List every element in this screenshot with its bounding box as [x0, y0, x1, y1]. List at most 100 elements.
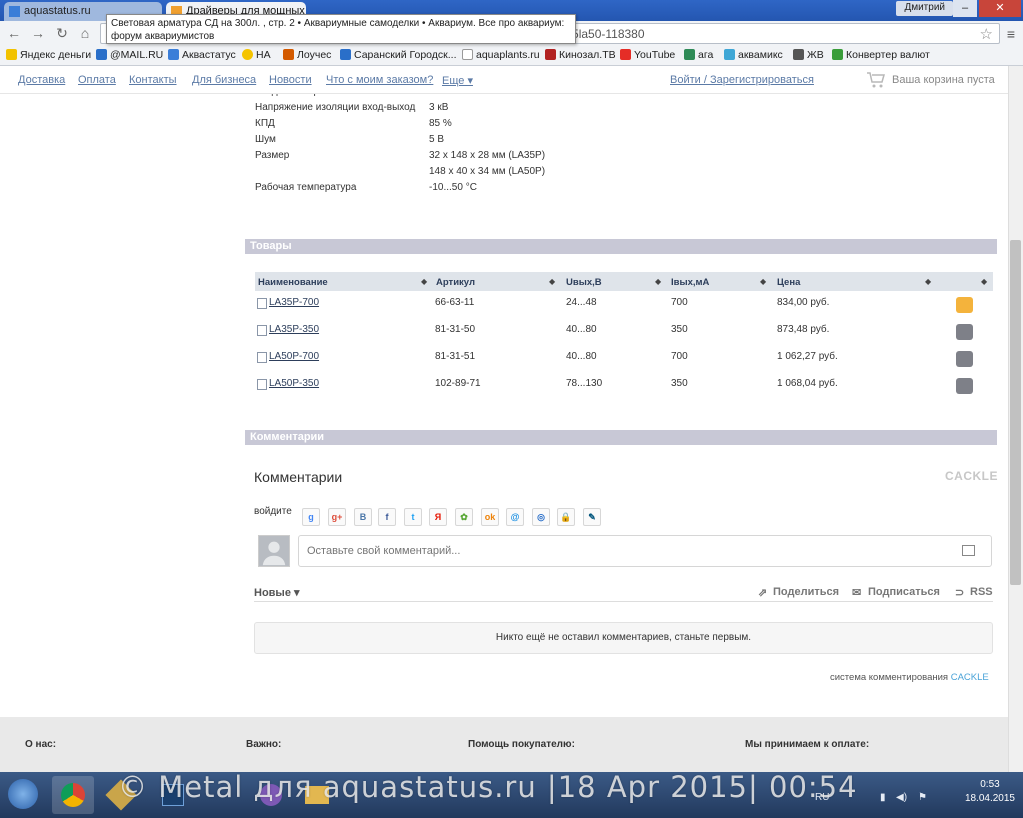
bookmark-star-icon[interactable]: ☆	[980, 25, 993, 43]
home-button[interactable]: ⌂	[77, 25, 93, 41]
product-link[interactable]: LA35P-350	[255, 324, 319, 336]
nav-link-payment[interactable]: Оплата	[78, 74, 116, 86]
bookmark-item[interactable]: Саранский Городск...	[340, 49, 457, 61]
bookmark-icon	[793, 49, 804, 60]
mailru-agent-login-icon[interactable]: ✿	[455, 508, 473, 526]
footer-heading: Помощь покупателю:	[468, 739, 575, 750]
login-link[interactable]: Войти / Зарегистрироваться	[670, 74, 814, 86]
facebook-login-icon[interactable]: f	[378, 508, 396, 526]
nav-link-business[interactable]: Для бизнеса	[192, 74, 256, 86]
bookmark-item[interactable]: YouTube	[620, 49, 675, 61]
tray-flag-icon[interactable]: ⚑	[918, 792, 927, 803]
clock-time: 0:53	[980, 779, 1000, 790]
add-to-cart-button[interactable]	[956, 324, 973, 340]
sort-icon[interactable]: ◆	[925, 277, 931, 286]
product-article: 66-63-11	[435, 297, 475, 308]
mailru-login-icon[interactable]: @	[506, 508, 524, 526]
bookmark-item[interactable]: Яндекс деньги	[6, 49, 91, 61]
taskbar-chrome[interactable]	[52, 776, 94, 814]
column-header-article[interactable]: Артикул	[436, 277, 475, 288]
nav-link-order-status[interactable]: Что с моим заказом?	[326, 74, 433, 86]
profile-button[interactable]: Дмитрий	[896, 1, 953, 16]
footer-heading: Мы принимаем к оплате:	[745, 739, 870, 750]
bookmark-label: Аквастатус	[182, 49, 236, 61]
start-button[interactable]	[8, 779, 38, 809]
product-link[interactable]: LA35P-700	[255, 297, 319, 309]
lock-login-icon[interactable]: 🔒	[557, 508, 575, 526]
attach-image-icon[interactable]	[962, 545, 975, 556]
googleplus-login-icon[interactable]: g+	[328, 508, 346, 526]
tray-network-icon[interactable]: ▮	[880, 792, 886, 803]
nav-link-news[interactable]: Новости	[269, 74, 312, 86]
bookmark-item[interactable]: Кинозал.ТВ	[545, 49, 616, 61]
document-icon	[257, 325, 267, 336]
rss-link[interactable]: RSS	[970, 586, 993, 598]
livejournal-login-icon[interactable]: ✎	[583, 508, 601, 526]
bookmark-item[interactable]: Лоучес	[283, 49, 331, 61]
comment-input[interactable]	[298, 535, 992, 567]
google-login-icon[interactable]: g	[302, 508, 320, 526]
product-link[interactable]: LA50P-700	[255, 351, 319, 363]
add-to-cart-button[interactable]	[956, 351, 973, 367]
column-header-current[interactable]: Iвых,мА	[671, 277, 709, 288]
yandex-login-icon[interactable]: Я	[429, 508, 447, 526]
nav-link-delivery[interactable]: Доставка	[18, 74, 65, 86]
minimize-button[interactable]: –	[953, 0, 977, 17]
bookmark-icon	[6, 49, 17, 60]
rss-icon[interactable]: ⊃	[955, 586, 964, 599]
bookmark-item[interactable]: ага	[684, 49, 713, 61]
sort-icon[interactable]: ◆	[981, 277, 987, 286]
tray-clock[interactable]: 0:53 18.04.2015	[965, 778, 1015, 806]
share-icon[interactable]: ⇗	[758, 586, 767, 599]
scrollbar-thumb[interactable]	[1010, 240, 1021, 585]
share-link[interactable]: Поделиться	[773, 586, 839, 598]
sort-icon[interactable]: ◆	[655, 277, 661, 286]
tray-volume-icon[interactable]: ◀)	[896, 792, 907, 803]
sort-icon[interactable]: ◆	[421, 277, 427, 286]
sort-icon[interactable]: ◆	[549, 277, 555, 286]
product-link[interactable]: LA50P-350	[255, 378, 319, 390]
table-row: LA35P-350 81-31-50 40...80 350 873,48 ру…	[255, 324, 993, 346]
close-window-button[interactable]: ✕	[979, 0, 1021, 17]
bookmark-item[interactable]: Аквастатус	[168, 49, 236, 61]
odnoklassniki-login-icon[interactable]: ok	[481, 508, 499, 526]
column-header-name[interactable]: Наименование	[258, 277, 328, 288]
divider	[254, 601, 993, 602]
bookmark-item[interactable]: Конвертер валют	[832, 49, 930, 61]
bookmark-label: Лоучес	[297, 49, 332, 61]
add-to-cart-button[interactable]	[956, 378, 973, 394]
forward-button[interactable]: →	[30, 25, 46, 41]
login-prompt: войдите	[254, 506, 292, 517]
add-to-cart-button[interactable]	[956, 297, 973, 313]
product-article: 81-31-51	[435, 351, 476, 362]
sort-newest-dropdown[interactable]: Новые ▾	[254, 586, 300, 599]
spec-label: Шум	[255, 134, 276, 145]
spec-value: 32 x 148 x 28 мм (LA35P)	[429, 150, 546, 161]
bookmark-item[interactable]: аквамикс	[724, 49, 783, 61]
bookmark-item[interactable]: aquaplants.ru	[462, 49, 540, 61]
cackle-link[interactable]: CACKLE	[951, 672, 989, 683]
cart-icon[interactable]	[866, 71, 886, 89]
sort-icon[interactable]: ◆	[760, 277, 766, 286]
twitter-login-icon[interactable]: t	[404, 508, 422, 526]
nav-link-contacts[interactable]: Контакты	[129, 74, 177, 86]
back-button[interactable]: ←	[6, 25, 22, 41]
reload-button[interactable]: ↻	[54, 25, 70, 41]
envelope-icon[interactable]: ✉	[852, 586, 861, 599]
bookmark-label: YouTube	[634, 49, 676, 61]
cackle-logo[interactable]: CACKLE	[945, 469, 998, 483]
nav-link-more[interactable]: Еще ▾	[442, 74, 473, 87]
user-silhouette-icon	[262, 541, 286, 566]
openid-login-icon[interactable]: ◎	[532, 508, 550, 526]
bookmark-item[interactable]: HA	[242, 49, 271, 61]
column-header-voltage[interactable]: Uвых,В	[566, 277, 602, 288]
vkontakte-login-icon[interactable]: B	[354, 508, 372, 526]
browser-menu-icon[interactable]: ≡	[1007, 26, 1015, 42]
bookmark-item[interactable]: @MAIL.RU	[96, 49, 163, 61]
subscribe-link[interactable]: Подписаться	[868, 586, 940, 598]
bookmark-icon	[340, 49, 351, 60]
column-header-price[interactable]: Цена	[777, 277, 800, 288]
bookmark-item[interactable]: ЖВ	[793, 49, 824, 61]
products-table-header	[255, 272, 993, 291]
spec-value: -10...50 °C	[429, 182, 477, 193]
